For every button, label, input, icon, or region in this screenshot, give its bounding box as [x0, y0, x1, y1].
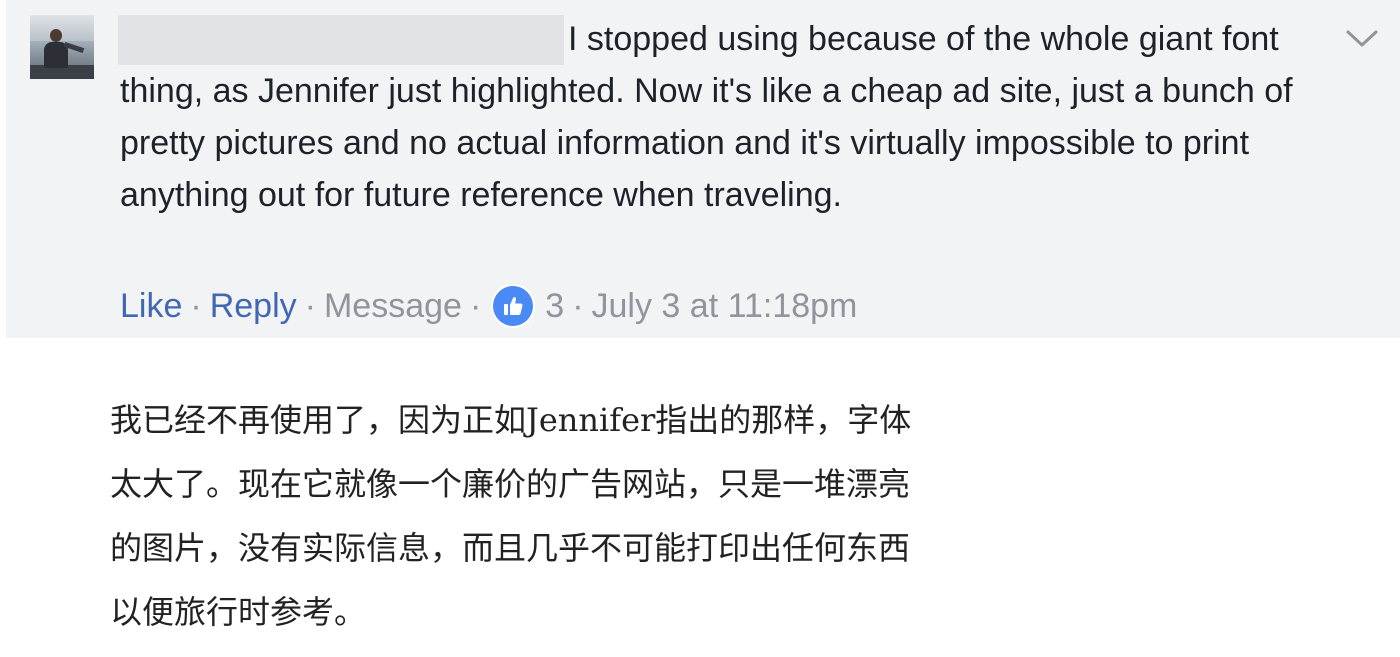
separator: · [572, 287, 584, 325]
separator: · [190, 287, 202, 325]
separator: · [469, 287, 482, 325]
thumbs-up-icon[interactable] [493, 286, 534, 326]
comment-actions: Like · Reply · Message · 3 · July 3 at 1… [120, 282, 857, 330]
like-link[interactable]: Like [120, 282, 182, 330]
comment-text: I stopped using because of the whole gia… [120, 20, 1293, 214]
chevron-down-icon[interactable] [1342, 24, 1382, 52]
avatar-sky [30, 15, 94, 41]
avatar[interactable] [30, 15, 94, 79]
message-link[interactable]: Message [324, 282, 462, 330]
chinese-translation: 我已经不再使用了，因为正如Jennifer指出的那样，字体太大了。现在它就像一个… [110, 401, 912, 631]
comment-timestamp[interactable]: July 3 at 11:18pm [592, 282, 858, 330]
separator: · [304, 287, 316, 325]
reply-link[interactable]: Reply [210, 282, 297, 330]
comment-card: I stopped using because of the whole gia… [6, 0, 1400, 338]
avatar-figure-head [50, 29, 62, 42]
like-count[interactable]: 3 [545, 282, 564, 330]
